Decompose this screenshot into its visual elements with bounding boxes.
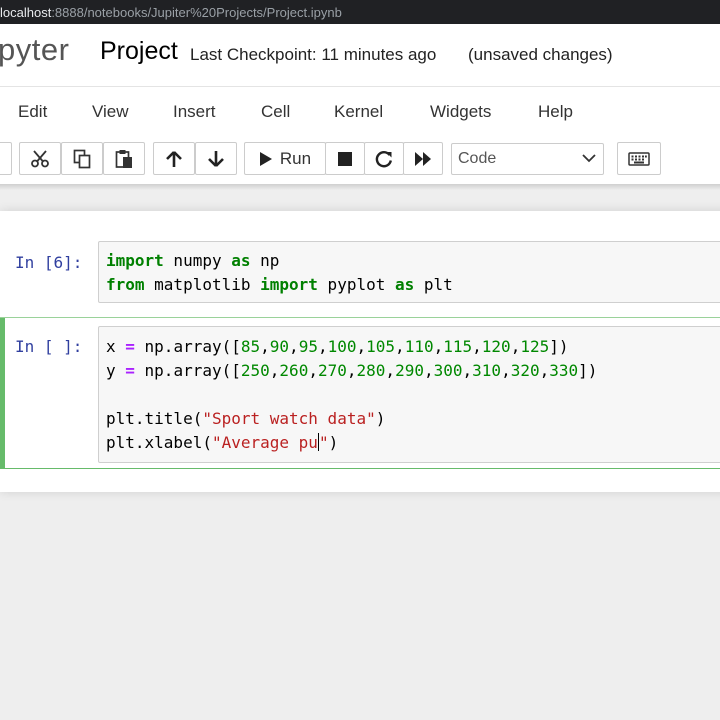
play-icon bbox=[259, 151, 272, 166]
keyword: as bbox=[394, 275, 415, 294]
number-literal: 250 bbox=[240, 361, 270, 380]
code-token: plt.xlabel( bbox=[106, 433, 212, 452]
code-cell-selected[interactable]: In [ ]: x = np.array([85,90,95,100,105,1… bbox=[0, 317, 720, 469]
number-literal: 310 bbox=[472, 361, 502, 380]
command-palette-button[interactable] bbox=[617, 142, 661, 175]
keyword: as bbox=[231, 251, 251, 270]
menu-cell[interactable]: Cell bbox=[261, 102, 290, 122]
save-button[interactable] bbox=[0, 142, 12, 175]
keyword: import bbox=[106, 251, 164, 270]
save-status: (unsaved changes) bbox=[468, 45, 613, 64]
number-literal: 100 bbox=[327, 337, 357, 356]
code-token: y bbox=[106, 361, 126, 380]
operator: = bbox=[125, 337, 135, 356]
code-token: plt.title( bbox=[106, 409, 203, 428]
keyword: from bbox=[106, 275, 145, 294]
number-literal: 90 bbox=[269, 337, 290, 356]
toolbar: Run Code bbox=[0, 136, 720, 184]
notebook-name[interactable]: Project bbox=[100, 37, 178, 66]
number-literal: 120 bbox=[481, 337, 511, 356]
code-text: import numpy as np from matplotlib impor… bbox=[106, 249, 453, 297]
stop-icon bbox=[338, 151, 352, 166]
code-token: np bbox=[250, 251, 280, 270]
code-token: pyplot bbox=[317, 275, 395, 294]
menu-view[interactable]: View bbox=[92, 102, 129, 122]
code-editor[interactable]: x = np.array([85,90,95,100,105,110,115,1… bbox=[98, 326, 720, 463]
copy-button[interactable] bbox=[61, 142, 103, 175]
code-token: matplotlib bbox=[144, 275, 261, 294]
input-prompt: In [ ]: bbox=[15, 337, 83, 356]
number-literal: 320 bbox=[510, 361, 540, 380]
number-literal: 110 bbox=[404, 337, 434, 356]
menu-insert[interactable]: Insert bbox=[173, 102, 216, 122]
code-token: ]) bbox=[549, 337, 569, 356]
paste-button[interactable] bbox=[103, 142, 145, 175]
number-literal: 300 bbox=[433, 361, 463, 380]
menu-widgets[interactable]: Widgets bbox=[430, 102, 491, 122]
number-literal: 280 bbox=[356, 361, 386, 380]
restart-button[interactable] bbox=[364, 142, 404, 175]
paste-icon bbox=[115, 149, 132, 168]
keyword: import bbox=[260, 275, 318, 294]
menu-bar: Edit View Insert Cell Kernel Widgets Hel… bbox=[0, 86, 720, 137]
url-host: localhost bbox=[0, 4, 52, 20]
menu-kernel[interactable]: Kernel bbox=[334, 102, 383, 122]
number-literal: 125 bbox=[520, 337, 550, 356]
number-literal: 85 bbox=[240, 337, 261, 356]
interrupt-button[interactable] bbox=[325, 142, 365, 175]
move-up-button[interactable] bbox=[153, 142, 195, 175]
cell-type-value: Code bbox=[458, 150, 497, 167]
number-literal: 270 bbox=[317, 361, 347, 380]
input-prompt: In [6]: bbox=[15, 253, 83, 272]
string-literal: "Sport watch data" bbox=[202, 409, 376, 428]
cut-icon bbox=[31, 149, 49, 167]
number-literal: 290 bbox=[395, 361, 424, 380]
code-token: ) bbox=[328, 433, 339, 452]
copy-icon bbox=[73, 149, 91, 168]
arrow-up-icon bbox=[166, 150, 182, 167]
number-literal: 95 bbox=[298, 337, 318, 356]
number-literal: 260 bbox=[279, 361, 309, 380]
cut-button[interactable] bbox=[19, 142, 61, 175]
code-editor[interactable]: import numpy as np from matplotlib impor… bbox=[98, 241, 720, 303]
restart-icon bbox=[375, 150, 392, 167]
restart-run-all-button[interactable] bbox=[403, 142, 443, 175]
jupyter-logo[interactable]: pyter bbox=[0, 32, 69, 68]
number-literal: 115 bbox=[443, 337, 473, 356]
number-literal: 105 bbox=[366, 337, 396, 356]
move-down-button[interactable] bbox=[195, 142, 237, 175]
cell-type-select[interactable]: Code bbox=[451, 143, 604, 175]
code-token: x bbox=[106, 337, 126, 356]
code-token: numpy bbox=[163, 251, 232, 270]
code-text: x = np.array([85,90,95,100,105,110,115,1… bbox=[106, 337, 598, 452]
code-token: plt bbox=[414, 275, 453, 294]
code-token: ) bbox=[375, 409, 386, 428]
code-token: ]) bbox=[578, 361, 598, 380]
notebook-container: In [6]: import numpy as np from matplotl… bbox=[0, 211, 720, 492]
code-cell[interactable]: In [6]: import numpy as np from matplotl… bbox=[0, 233, 720, 311]
arrow-down-icon bbox=[208, 150, 224, 167]
notebook-header: pyter Project Last Checkpoint: 11 minute… bbox=[0, 24, 720, 86]
run-button[interactable]: Run bbox=[244, 142, 326, 175]
string-literal: "Average pu bbox=[211, 433, 318, 452]
operator: = bbox=[125, 361, 135, 380]
code-token: np.array([ bbox=[134, 361, 241, 380]
code-token: np.array([ bbox=[134, 337, 241, 356]
run-label: Run bbox=[279, 148, 312, 168]
keyboard-icon bbox=[628, 151, 650, 166]
chevron-down-icon bbox=[582, 154, 596, 163]
menu-edit[interactable]: Edit bbox=[18, 102, 47, 122]
header-shadow bbox=[0, 184, 720, 190]
string-literal: " bbox=[318, 433, 329, 452]
browser-url-bar[interactable]: localhost:8888/notebooks/Jupiter%20Proje… bbox=[0, 0, 720, 24]
number-literal: 330 bbox=[549, 361, 579, 380]
menu-help[interactable]: Help bbox=[538, 102, 573, 122]
url-path: :8888/notebooks/Jupiter%20Projects/Proje… bbox=[51, 4, 342, 20]
fast-forward-icon bbox=[415, 151, 431, 166]
last-checkpoint: Last Checkpoint: 11 minutes ago bbox=[190, 45, 437, 64]
